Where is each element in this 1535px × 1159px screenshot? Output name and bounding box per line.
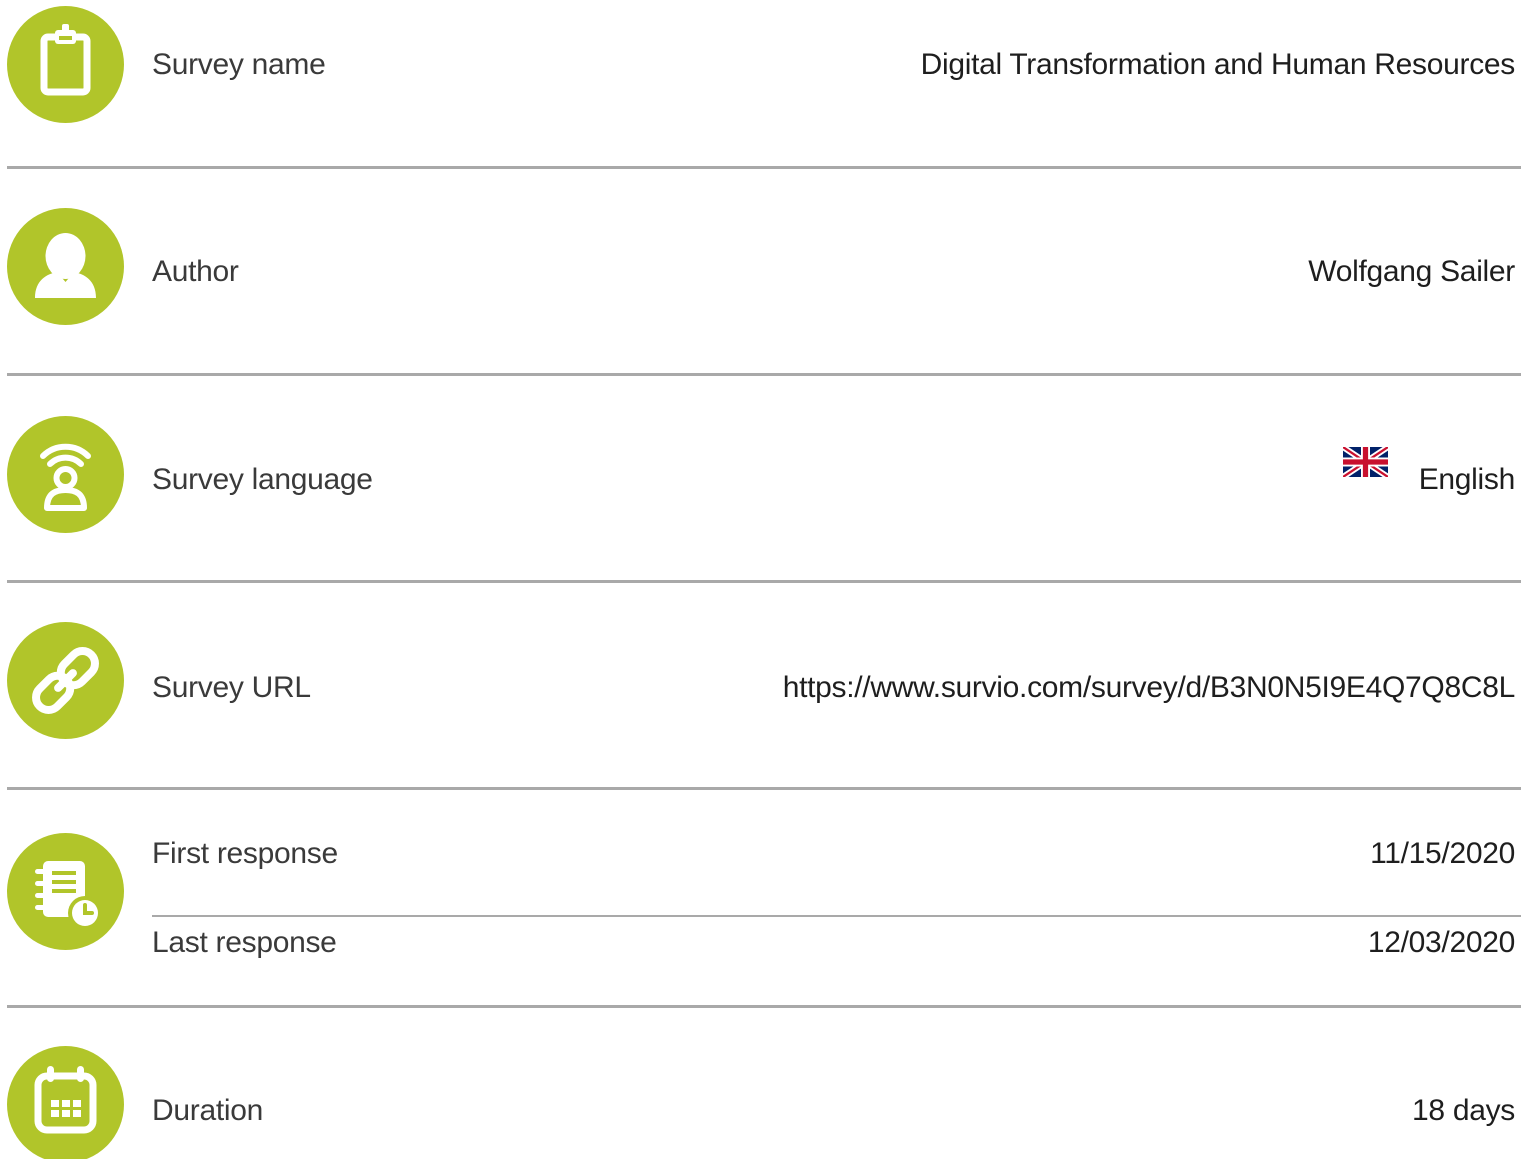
language-value: English bbox=[1418, 463, 1516, 496]
user-icon bbox=[7, 208, 124, 325]
document-clock-icon bbox=[7, 833, 124, 950]
inner-divider bbox=[152, 915, 1521, 917]
survey-name-value: Digital Transformation and Human Resourc… bbox=[920, 48, 1516, 81]
divider bbox=[7, 1005, 1521, 1008]
duration-label: Duration bbox=[152, 1094, 263, 1127]
duration-value: 18 days bbox=[1412, 1094, 1515, 1127]
last-response-value: 12/03/2020 bbox=[1367, 926, 1515, 959]
last-response-label: Last response bbox=[152, 926, 337, 959]
author-value: Wolfgang Sailer bbox=[1308, 255, 1515, 288]
uk-flag-icon bbox=[1343, 447, 1388, 477]
author-label: Author bbox=[152, 255, 239, 288]
first-response-label: First response bbox=[152, 837, 338, 870]
first-response-value: 11/15/2020 bbox=[1370, 837, 1515, 870]
calendar-icon bbox=[7, 1046, 124, 1159]
divider bbox=[7, 787, 1521, 790]
survey-name-label: Survey name bbox=[152, 48, 326, 81]
clipboard-icon bbox=[7, 6, 124, 123]
survey-summary: Survey name Digital Transformation and H… bbox=[0, 0, 1535, 1159]
divider bbox=[7, 580, 1521, 583]
divider bbox=[7, 373, 1521, 376]
language-label: Survey language bbox=[152, 463, 373, 496]
url-label: Survey URL bbox=[152, 671, 311, 704]
broadcast-person-icon bbox=[7, 416, 124, 533]
link-icon bbox=[7, 622, 124, 739]
divider bbox=[7, 166, 1521, 169]
url-value[interactable]: https://www.survio.com/survey/d/B3N0N5I9… bbox=[783, 673, 1516, 703]
